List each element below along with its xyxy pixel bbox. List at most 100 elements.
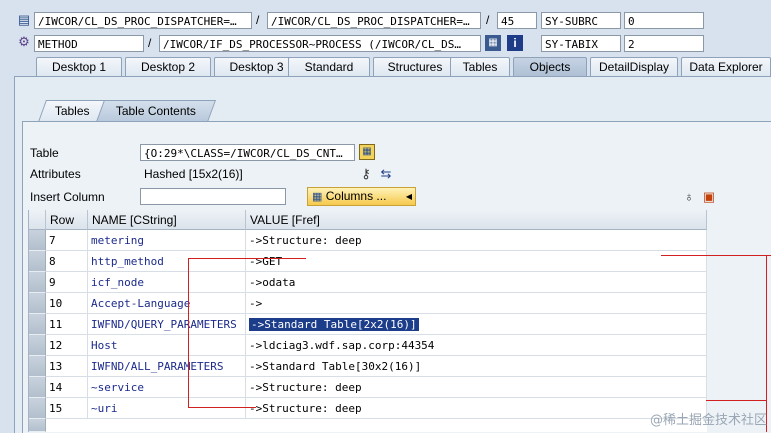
row-number: 14 [46, 377, 88, 398]
table-contents-grid: Row NAME [CString] VALUE [Fref] 7 meteri… [28, 210, 707, 432]
sy-subrc-value[interactable]: 0 [624, 12, 704, 29]
row-number: 10 [46, 293, 88, 314]
name-cell[interactable]: http_method [88, 251, 246, 272]
row-selector[interactable] [29, 314, 46, 335]
subtab-table-contents[interactable]: Table Contents [95, 100, 217, 122]
selected-value[interactable]: ->Standard Table[2x2(16)] [249, 318, 419, 331]
table-grid-icon[interactable]: ▦ [359, 144, 375, 160]
sy-tabix-name[interactable]: SY-TABIX [541, 35, 621, 52]
navigate-icon[interactable]: ⇆ [377, 166, 395, 182]
attributes-value: Hashed [15x2(16)] [144, 167, 243, 181]
weight-icon[interactable]: ♁ [682, 189, 696, 205]
tab-standard[interactable]: Standard [288, 57, 370, 77]
row-selector[interactable] [29, 356, 46, 377]
include-field[interactable]: /IWCOR/CL_DS_PROC_DISPATCHER=… [267, 12, 481, 29]
name-cell[interactable]: IWFND/QUERY_PARAMETERS [88, 314, 246, 335]
attributes-label: Attributes [30, 167, 81, 181]
tab-data-explorer[interactable]: Data Explorer [681, 57, 771, 77]
annotation-line [188, 258, 189, 408]
table-row[interactable]: 13 IWFND/ALL_PARAMETERS ->Standard Table… [29, 356, 707, 377]
row-selector[interactable] [29, 419, 46, 432]
row-selector[interactable] [29, 272, 46, 293]
desktop-tab-bar: Desktop 1 Desktop 2 Desktop 3 Standard S… [14, 57, 771, 77]
program-field[interactable]: /IWCOR/CL_DS_PROC_DISPATCHER=… [34, 12, 252, 29]
tab-desktop-3[interactable]: Desktop 3 [214, 57, 299, 77]
table-row[interactable]: 11 IWFND/QUERY_PARAMETERS ->Standard Tab… [29, 314, 707, 335]
value-cell-selected[interactable]: ->Standard Table[2x2(16)] [246, 314, 707, 335]
columns-button[interactable]: ▦ Columns ... ◀ [307, 187, 416, 206]
table-row[interactable]: 10 Accept-Language -> [29, 293, 707, 314]
name-cell[interactable]: Host [88, 335, 246, 356]
column-header-value[interactable]: VALUE [Fref] [246, 210, 707, 230]
line-field[interactable]: 45 [497, 12, 537, 29]
name-cell[interactable]: metering [88, 230, 246, 251]
code-icon: ▤ [17, 12, 31, 27]
separator: / [486, 13, 490, 27]
name-cell[interactable]: ~uri [88, 398, 246, 419]
value-cell[interactable]: ->ldciag3.wdf.sap.corp:44354 [246, 335, 707, 356]
name-cell[interactable]: Accept-Language [88, 293, 246, 314]
row-number: 12 [46, 335, 88, 356]
tab-desktop-1[interactable]: Desktop 1 [36, 57, 122, 77]
annotation-line [706, 400, 766, 401]
table-field[interactable]: {O:29*\CLASS=/IWCOR/CL_DS_CNT… [140, 144, 355, 161]
annotation-line [661, 255, 771, 256]
tab-tables[interactable]: Tables [450, 57, 510, 77]
value-cell[interactable]: ->Structure: deep [246, 230, 707, 251]
corner-cell[interactable] [29, 210, 46, 230]
row-number: 9 [46, 272, 88, 293]
table-row-empty[interactable] [29, 419, 707, 432]
annotation-line [188, 407, 256, 408]
subtab-tables-label: Tables [54, 104, 90, 118]
table-row[interactable]: 14 ~service ->Structure: deep [29, 377, 707, 398]
value-cell[interactable]: ->Structure: deep [246, 398, 707, 419]
tab-objects[interactable]: Objects [513, 57, 587, 77]
column-header-name[interactable]: NAME [CString] [88, 210, 246, 230]
row-selector[interactable] [29, 251, 46, 272]
object-icon[interactable]: ▦ [485, 35, 501, 51]
sy-subrc-name[interactable]: SY-SUBRC [541, 12, 621, 29]
method-field[interactable]: /IWCOR/IF_DS_PROCESSOR~PROCESS (/IWCOR/C… [159, 35, 481, 52]
tab-desktop-2[interactable]: Desktop 2 [125, 57, 211, 77]
row-selector[interactable] [29, 377, 46, 398]
method-icon: ⚙ [18, 34, 30, 49]
table-label: Table [30, 146, 59, 160]
separator: / [256, 13, 260, 27]
key-icon[interactable]: ⚷ [358, 166, 374, 182]
table-row[interactable]: 15 ~uri ->Structure: deep [29, 398, 707, 419]
value-cell[interactable]: ->Standard Table[30x2(16)] [246, 356, 707, 377]
name-cell[interactable]: icf_node [88, 272, 246, 293]
table-row[interactable]: 9 icf_node ->odata [29, 272, 707, 293]
annotation-line [188, 258, 306, 259]
subtab-tables[interactable]: Tables [37, 100, 107, 122]
subtab-table-contents-label: Table Contents [115, 104, 196, 118]
row-selector[interactable] [29, 398, 46, 419]
event-type-field[interactable]: METHOD [34, 35, 144, 52]
value-cell[interactable]: -> [246, 293, 707, 314]
value-cell[interactable]: ->odata [246, 272, 707, 293]
tab-detaildisplay[interactable]: DetailDisplay [590, 57, 678, 77]
info-icon[interactable]: i [507, 35, 523, 51]
separator: / [148, 36, 152, 50]
table-row[interactable]: 7 metering ->Structure: deep [29, 230, 707, 251]
watermark: @稀土掘金技术社区 [649, 413, 767, 428]
row-selector[interactable] [29, 335, 46, 356]
sy-tabix-value[interactable]: 2 [624, 35, 704, 52]
row-number: 7 [46, 230, 88, 251]
row-selector[interactable] [29, 293, 46, 314]
value-cell[interactable]: ->Structure: deep [246, 377, 707, 398]
row-number: 11 [46, 314, 88, 335]
name-cell[interactable]: ~service [88, 377, 246, 398]
row-selector[interactable] [29, 230, 46, 251]
table-row[interactable]: 8 http_method ->GET [29, 251, 707, 272]
column-header-row[interactable]: Row [46, 210, 88, 230]
row-number: 13 [46, 356, 88, 377]
tab-structures[interactable]: Structures [373, 57, 457, 77]
name-cell[interactable]: IWFND/ALL_PARAMETERS [88, 356, 246, 377]
value-cell[interactable]: ->GET [246, 251, 707, 272]
columns-grid-icon: ▦ [312, 191, 323, 203]
insert-column-label: Insert Column [30, 190, 105, 204]
insert-column-field[interactable] [140, 188, 286, 205]
table-row[interactable]: 12 Host ->ldciag3.wdf.sap.corp:44354 [29, 335, 707, 356]
save-icon[interactable]: ▣ [701, 189, 717, 205]
